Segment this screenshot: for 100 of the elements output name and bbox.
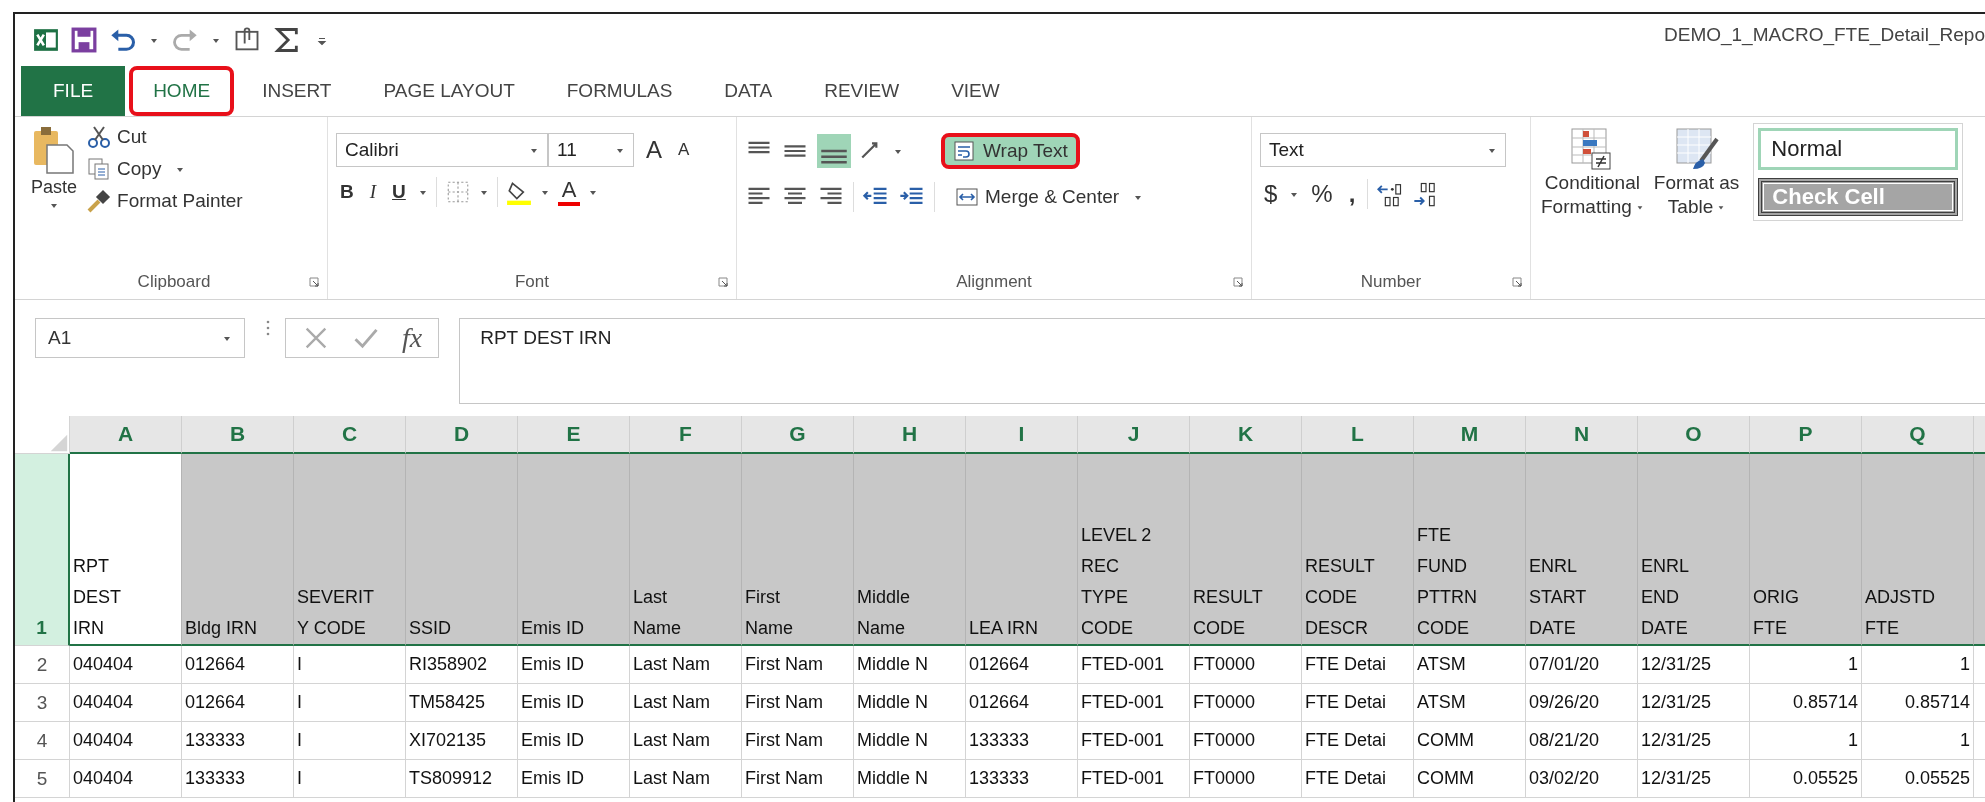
table-cell: FTED-001 xyxy=(1078,760,1190,798)
file-tab[interactable]: FILE xyxy=(21,66,126,116)
italic-button[interactable]: I xyxy=(365,181,381,203)
table-cell: FT0000 xyxy=(1190,760,1302,798)
header-cell: First Name xyxy=(742,454,854,646)
table-cell: FT0000 xyxy=(1190,722,1302,760)
table-cell: 040404 xyxy=(70,760,182,798)
column-header[interactable]: A xyxy=(70,416,182,454)
group-label: Font xyxy=(515,272,549,292)
table-cell: FTE Detai xyxy=(1302,646,1414,684)
column-header[interactable]: J xyxy=(1078,416,1190,454)
excel-logo-icon xyxy=(33,27,59,53)
table-cell: I xyxy=(294,684,406,722)
table-cell: 12/31/25 xyxy=(1638,760,1750,798)
table-cell: 012664 xyxy=(966,646,1078,684)
dialog-launcher-icon[interactable] xyxy=(1233,277,1243,287)
bold-button[interactable]: B xyxy=(336,181,358,203)
currency-button[interactable]: $ xyxy=(1260,180,1282,208)
table-cell: I xyxy=(294,760,406,798)
column-header[interactable]: D xyxy=(406,416,518,454)
table-cell: FTE Detai xyxy=(1302,684,1414,722)
row-header[interactable]: 2 xyxy=(15,646,70,684)
column-header[interactable]: Q xyxy=(1862,416,1974,454)
column-header[interactable]: C xyxy=(294,416,406,454)
table-cell: ATSM xyxy=(1414,684,1526,722)
format-as-table-button[interactable]: Format as Table xyxy=(1651,123,1742,223)
row-header[interactable]: 3 xyxy=(15,684,70,722)
table-brush-icon xyxy=(1674,127,1719,171)
column-header[interactable]: N xyxy=(1526,416,1638,454)
dialog-launcher-icon[interactable] xyxy=(718,277,728,287)
table-cell: First Nam xyxy=(742,722,854,760)
column-header[interactable]: L xyxy=(1302,416,1414,454)
table-cell: XI702135 xyxy=(406,722,518,760)
underline-button[interactable]: U xyxy=(388,181,410,203)
table-cell: 133333 xyxy=(966,760,1078,798)
font-name-dropdown[interactable]: Calibri xyxy=(336,133,548,167)
font-size-dropdown[interactable]: 11 xyxy=(548,133,634,167)
scissors-icon xyxy=(87,125,112,149)
font-color-button[interactable]: A xyxy=(557,178,581,206)
paintbrush-icon xyxy=(87,189,112,213)
cut-button[interactable]: Cut xyxy=(85,123,245,151)
table-cell: 0.85714 xyxy=(1862,684,1974,722)
sum-icon[interactable] xyxy=(273,26,301,54)
format-painter-button[interactable]: Format Painter xyxy=(85,187,245,215)
column-header[interactable] xyxy=(1974,416,1985,454)
row-header[interactable]: 4 xyxy=(15,722,70,760)
percent-button[interactable]: % xyxy=(1307,180,1337,208)
grow-font-button[interactable]: A xyxy=(642,136,666,164)
table-cell: 040404 xyxy=(70,684,182,722)
dialog-launcher-icon[interactable] xyxy=(1512,277,1522,287)
wrap-text-button[interactable]: Wrap Text xyxy=(941,133,1080,169)
copy-button[interactable]: Copy xyxy=(85,155,245,183)
ribbon-tab[interactable]: HOME xyxy=(129,66,235,116)
comma-style-button[interactable]: , xyxy=(1344,180,1360,208)
row-header[interactable]: 1 xyxy=(15,454,70,646)
table-cell: 012664 xyxy=(182,646,294,684)
formula-input[interactable]: RPT DEST IRN xyxy=(459,318,1985,404)
column-header[interactable]: F xyxy=(630,416,742,454)
column-header[interactable]: E xyxy=(518,416,630,454)
table-cell: Emis ID xyxy=(518,646,630,684)
dialog-launcher-icon[interactable] xyxy=(309,277,319,287)
column-header[interactable]: P xyxy=(1750,416,1862,454)
save-icon[interactable] xyxy=(71,27,97,53)
conditional-formatting-button[interactable]: Conditional Formatting xyxy=(1539,123,1646,223)
fill-color-icon[interactable] xyxy=(505,179,532,205)
table-cell: First Nam xyxy=(742,684,854,722)
header-cell: ORIG FTE xyxy=(1750,454,1862,646)
table-cell: Last Nam xyxy=(630,722,742,760)
table-cell: Last Nam xyxy=(630,760,742,798)
header-cell: RESULT CODE DESCR xyxy=(1302,454,1414,646)
cell-style[interactable]: Normal xyxy=(1758,128,1959,170)
column-header[interactable]: M xyxy=(1414,416,1526,454)
table-cell: First Nam xyxy=(742,646,854,684)
column-header[interactable]: H xyxy=(854,416,966,454)
table-cell: Middle N xyxy=(854,646,966,684)
table-cell: COMM xyxy=(1414,722,1526,760)
table-cell: ATSM xyxy=(1414,646,1526,684)
align-bottom-icon[interactable] xyxy=(817,134,851,168)
table-cell: 03/02/20 xyxy=(1526,760,1638,798)
paste-button[interactable]: Paste xyxy=(29,123,80,212)
row-header[interactable]: 5 xyxy=(15,760,70,798)
insert-function-button[interactable]: fx xyxy=(402,322,423,354)
name-box[interactable]: A1 xyxy=(35,318,245,358)
header-cell: Middle Name xyxy=(854,454,966,646)
table-cell: First Nam xyxy=(742,760,854,798)
shrink-font-button[interactable]: A xyxy=(674,140,694,160)
table-cell: Middle N xyxy=(854,684,966,722)
column-header[interactable]: K xyxy=(1190,416,1302,454)
column-header[interactable]: I xyxy=(966,416,1078,454)
header-cell: Emis ID xyxy=(518,454,630,646)
table-cell: Middle N xyxy=(854,722,966,760)
header-cell: RESULT CODE xyxy=(1190,454,1302,646)
number-format-dropdown[interactable]: Text xyxy=(1260,133,1506,167)
column-header[interactable]: G xyxy=(742,416,854,454)
merge-center-button[interactable]: Merge & Center xyxy=(943,179,1156,215)
table-cell: 1 xyxy=(1862,646,1974,684)
column-header[interactable]: O xyxy=(1638,416,1750,454)
group-label: Alignment xyxy=(956,272,1032,292)
table-cell: Emis ID xyxy=(518,760,630,798)
column-header[interactable]: B xyxy=(182,416,294,454)
